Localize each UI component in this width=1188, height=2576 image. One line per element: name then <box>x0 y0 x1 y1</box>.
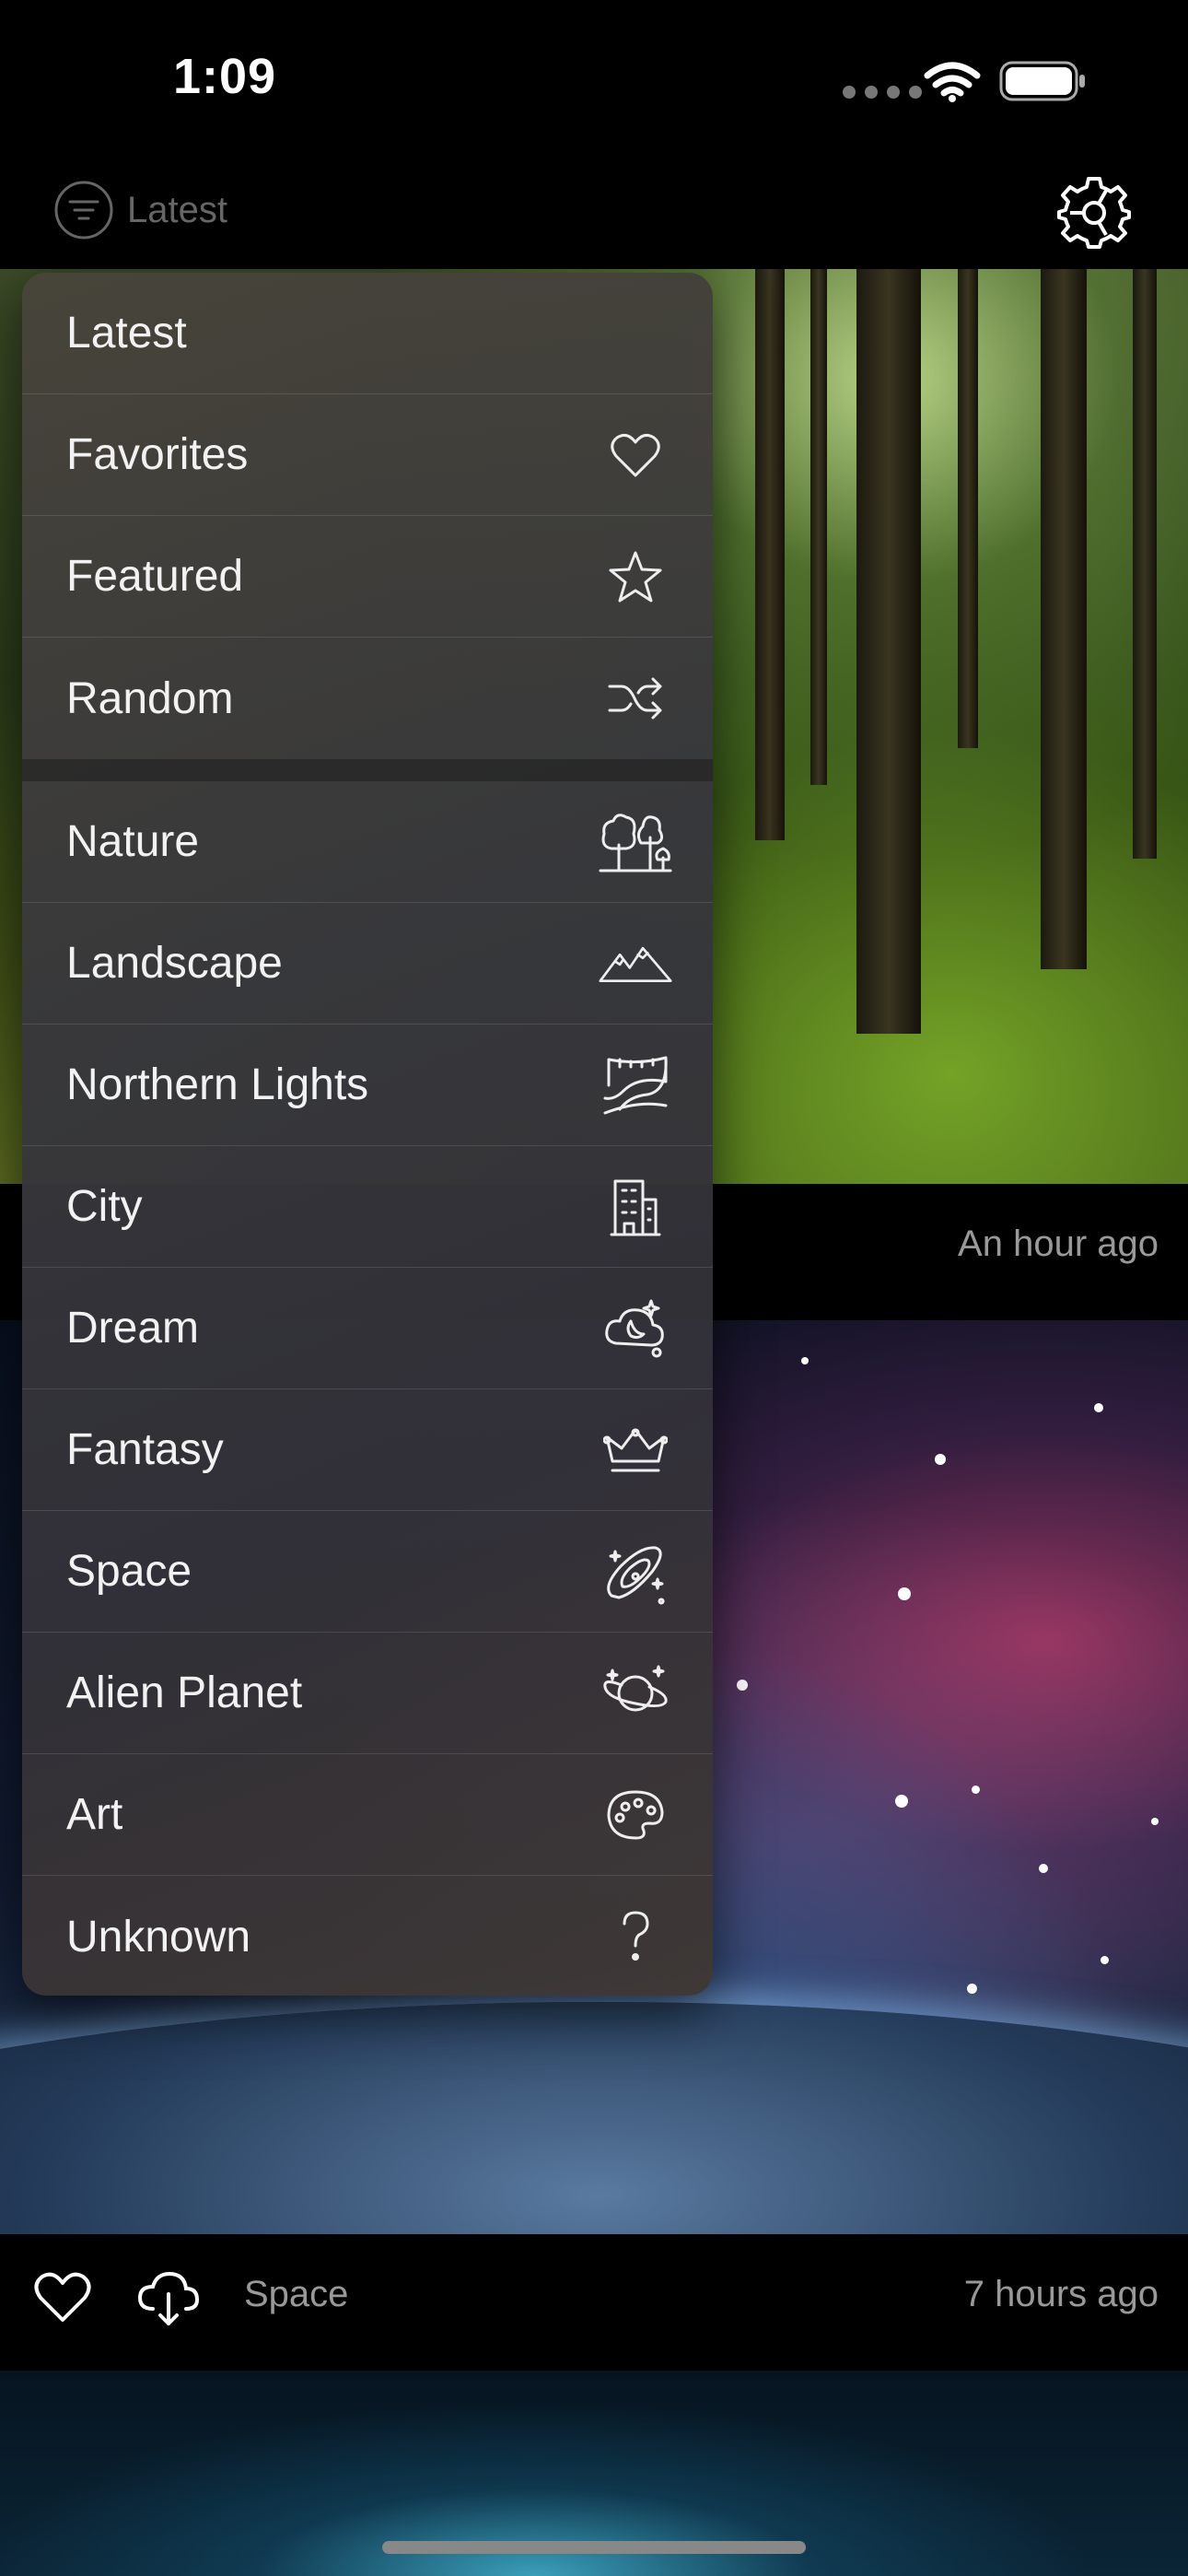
menu-item-featured[interactable]: Featured <box>22 516 713 638</box>
menu-item-label: Space <box>66 1547 192 1596</box>
menu-item-label: Fantasy <box>66 1425 224 1474</box>
battery-icon <box>999 61 1085 101</box>
menu-item-dream[interactable]: Dream <box>22 1268 713 1389</box>
cellular-signal-icon <box>843 86 922 99</box>
menu-item-label: Dream <box>66 1304 200 1352</box>
menu-item-label: Featured <box>66 552 244 601</box>
shuffle-icon <box>599 662 672 735</box>
palette-icon <box>599 1778 672 1852</box>
menu-item-alien-planet[interactable]: Alien Planet <box>22 1633 713 1754</box>
wifi-icon <box>924 62 981 102</box>
building-icon <box>599 1170 672 1244</box>
category-dropdown-menu: Latest Favorites Featured Random Nature … <box>22 273 713 1996</box>
moon-cloud-icon <box>599 1292 672 1365</box>
menu-item-city[interactable]: City <box>22 1146 713 1268</box>
menu-item-landscape[interactable]: Landscape <box>22 903 713 1025</box>
menu-item-art[interactable]: Art <box>22 1754 713 1876</box>
menu-item-unknown[interactable]: Unknown <box>22 1876 713 1996</box>
wallpaper-category-label: Space <box>244 2274 349 2314</box>
menu-item-fantasy[interactable]: Fantasy <box>22 1389 713 1511</box>
planet-icon <box>599 1657 672 1730</box>
star-icon <box>599 540 672 614</box>
crown-icon <box>599 1413 672 1487</box>
menu-item-random[interactable]: Random <box>22 638 713 759</box>
download-cloud-icon[interactable] <box>136 2268 201 2327</box>
menu-item-label: Landscape <box>66 939 283 988</box>
status-time: 1:09 <box>173 49 277 104</box>
menu-item-label: Random <box>66 673 234 723</box>
menu-item-label: Latest <box>66 309 187 357</box>
question-icon <box>599 1900 672 1973</box>
menu-item-label: Northern Lights <box>66 1060 369 1109</box>
menu-item-label: Alien Planet <box>66 1669 303 1717</box>
mountains-icon <box>599 927 672 1001</box>
current-filter-label: Latest <box>127 189 227 230</box>
wallpaper-timestamp: 7 hours ago <box>963 2274 1159 2314</box>
menu-item-label: Nature <box>66 817 200 866</box>
trees-icon <box>599 805 672 879</box>
menu-item-nature[interactable]: Nature <box>22 781 713 903</box>
aurora-icon <box>599 1048 672 1122</box>
menu-item-favorites[interactable]: Favorites <box>22 394 713 516</box>
menu-item-label: Favorites <box>66 430 249 479</box>
favorite-heart-icon[interactable] <box>33 2268 92 2327</box>
menu-item-northern-lights[interactable]: Northern Lights <box>22 1025 713 1146</box>
heart-icon <box>599 418 672 492</box>
galaxy-icon <box>599 1535 672 1609</box>
menu-section-divider <box>22 759 713 781</box>
filter-menu-button[interactable]: Latest <box>53 178 227 242</box>
menu-item-label: Unknown <box>66 1912 251 1961</box>
menu-item-space[interactable]: Space <box>22 1511 713 1633</box>
home-indicator <box>382 2541 806 2554</box>
wallpaper-timestamp: An hour ago <box>958 1224 1159 1264</box>
menu-item-label: Art <box>66 1790 123 1839</box>
menu-item-latest[interactable]: Latest <box>22 273 713 394</box>
menu-item-label: City <box>66 1182 143 1231</box>
filter-icon <box>54 181 113 240</box>
settings-gear-icon[interactable] <box>1057 175 1131 249</box>
